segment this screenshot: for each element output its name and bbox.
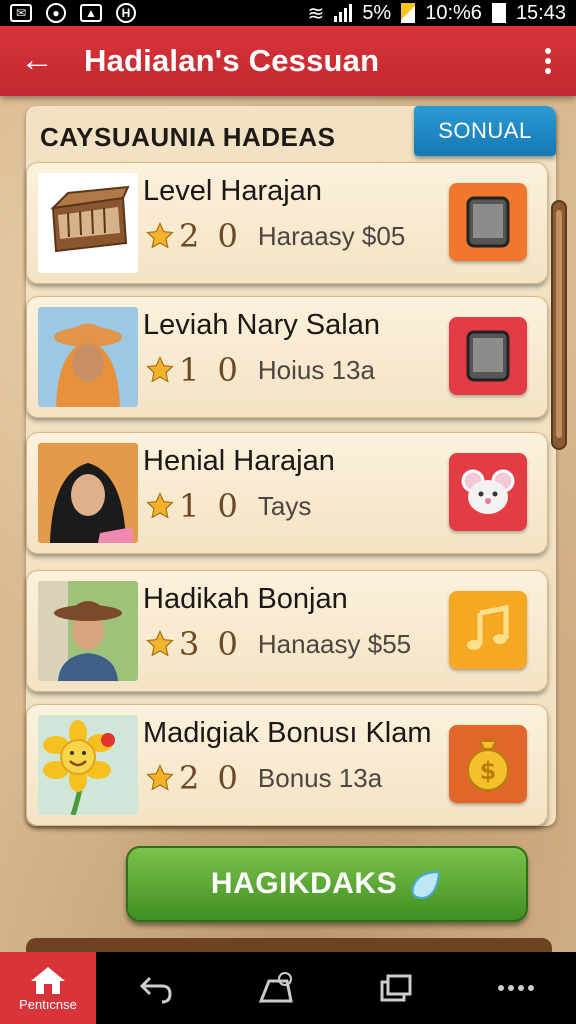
nav-home[interactable]: Pentıcnse: [0, 952, 96, 1024]
primary-button-label: HAGIKDAKS: [210, 867, 398, 900]
scrollbar[interactable]: [551, 200, 567, 450]
item-points: 2 0: [179, 217, 242, 255]
svg-text:$: $: [480, 757, 497, 785]
star-icon: [146, 492, 174, 519]
nav-back[interactable]: [96, 952, 216, 1024]
nav-notes[interactable]: [216, 952, 336, 1024]
scroll-thumb[interactable]: [556, 210, 562, 438]
edit-icon: [258, 972, 293, 1003]
item-name: Madigiak Bonusı Klam: [143, 717, 432, 749]
item-thumbnail: [38, 715, 138, 815]
item-description: Bonus 13a: [257, 762, 383, 793]
home-icon: [31, 966, 65, 994]
overflow-menu-icon[interactable]: [540, 48, 556, 74]
item-name: Hadikah Bonjan: [143, 583, 348, 615]
mouse-face-icon[interactable]: [449, 453, 527, 531]
item-thumbnail: [38, 173, 138, 273]
item-avatar: [38, 581, 138, 681]
item-avatar: [38, 307, 138, 407]
primary-action-button[interactable]: HAGIKDAKS: [126, 846, 528, 922]
battery-icon: [401, 3, 416, 23]
nav-more[interactable]: [456, 952, 576, 1024]
list-item[interactable]: Leviah Nary Salan 1 0 Hoius 13a: [26, 296, 548, 418]
clock: 15:43: [515, 1, 566, 24]
item-stats: 2 0 Bonus 13a: [145, 759, 382, 797]
image-icon: ▲: [80, 4, 102, 22]
wifi-icon: ≋: [307, 2, 325, 25]
item-stats: 1 0 Hoius 13a: [145, 351, 375, 389]
record-icon: ●: [46, 3, 66, 23]
money-bag-icon[interactable]: $: [449, 725, 527, 803]
recents-icon: [380, 974, 412, 1002]
battery-percent: 5%: [362, 1, 392, 24]
tab-sonual[interactable]: SONUAL: [414, 106, 556, 156]
star-icon: [146, 630, 174, 657]
phone-icon[interactable]: [449, 183, 527, 261]
battery-level-icon: [491, 3, 506, 23]
item-points: 2 0: [179, 759, 242, 797]
signal-text: 10:%6: [425, 1, 482, 24]
item-description: Hanaasy $55: [257, 628, 412, 659]
item-description: Hoius 13a: [257, 354, 375, 385]
signal-icon: [334, 4, 353, 22]
star-icon: [146, 222, 174, 249]
list-item[interactable]: Madigiak Bonusı Klam 2 0 Bonus 13a $: [26, 704, 548, 826]
item-points: 1 0: [179, 487, 242, 525]
list-item[interactable]: Level Harajan 2 0 Haraasy $05: [26, 162, 548, 284]
item-description: Tays: [257, 490, 312, 521]
more-dots-icon: [498, 985, 534, 991]
item-stats: 1 0 Tays: [145, 487, 311, 525]
item-stats: 2 0 Haraasy $05: [145, 217, 405, 255]
item-name: Leviah Nary Salan: [143, 309, 380, 341]
panel-header: CAYSUAUNIA HADEAS: [40, 122, 336, 152]
item-points: 3 0: [179, 625, 242, 663]
item-name: Henial Harajan: [143, 445, 335, 477]
item-avatar: [38, 443, 138, 543]
water-drop-icon: [411, 870, 441, 900]
nav-home-label: Pentıcnse: [19, 996, 77, 1012]
nav-recents[interactable]: [336, 952, 456, 1024]
list-item[interactable]: Henial Harajan 1 0 Tays: [26, 432, 548, 554]
mail-icon: ✉: [10, 4, 32, 22]
status-bar: ✉ ● ▲ H ≋ 5% 10:%6 15:43: [0, 0, 576, 26]
h-badge-icon: H: [116, 3, 136, 23]
bottom-nav: Pentıcnse: [0, 952, 576, 1024]
app-bar: ← Hadialan's Cessuan: [0, 26, 576, 96]
item-points: 1 0: [179, 351, 242, 389]
item-description: Haraasy $05: [257, 220, 406, 251]
app-title: Hadialan's Cessuan: [84, 43, 380, 78]
back-icon: [139, 976, 172, 1004]
star-icon: [146, 356, 174, 383]
item-name: Level Harajan: [143, 175, 322, 207]
item-stats: 3 0 Hanaasy $55: [145, 625, 411, 663]
phone-icon[interactable]: [449, 317, 527, 395]
star-icon: [146, 764, 174, 791]
list-item[interactable]: Hadikah Bonjan 3 0 Hanaasy $55: [26, 570, 548, 692]
music-note-icon[interactable]: [449, 591, 527, 669]
back-arrow-icon[interactable]: ←: [20, 43, 56, 79]
